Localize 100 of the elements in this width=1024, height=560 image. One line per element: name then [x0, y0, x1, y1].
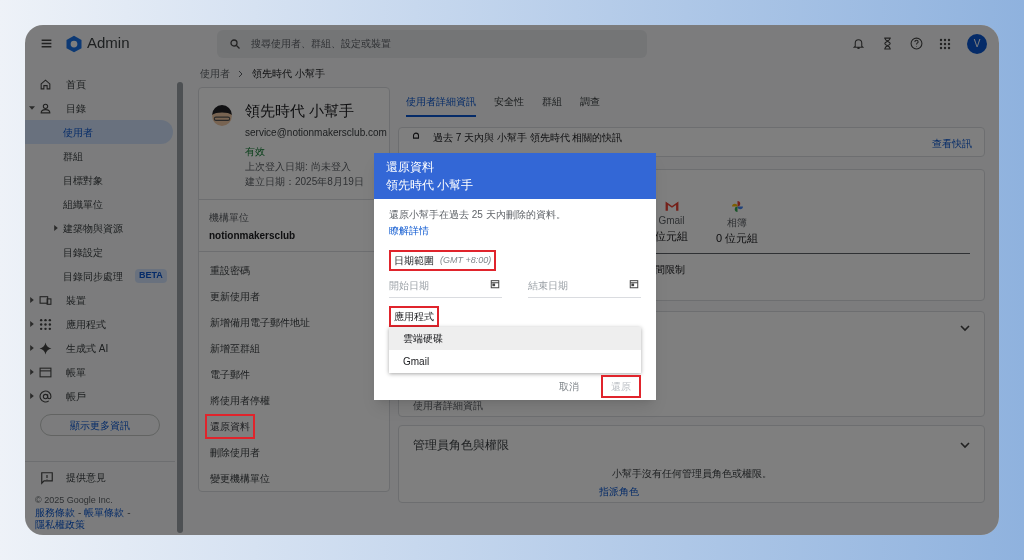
assign-role-link[interactable]: 指派角色	[599, 484, 970, 499]
tab[interactable]: 安全性	[494, 94, 524, 117]
roles-title: 管理員角色與權限	[413, 437, 509, 454]
sidebar-subitem-label: 群組	[63, 149, 83, 164]
sidebar-item[interactable]: 帳戶	[66, 388, 86, 404]
caret-icon[interactable]	[29, 393, 35, 399]
user-email: service@notionmakersclub.com	[245, 125, 387, 140]
scrollbar[interactable]	[177, 82, 183, 533]
sidebar-subitem[interactable]: 使用者	[25, 120, 173, 144]
dialog-description: 還原小幫手在過去 25 天內刪除的資料。	[389, 208, 567, 222]
footer-link[interactable]: 帳單條款	[84, 507, 125, 519]
apps-label: 應用程式	[389, 306, 439, 327]
sidebar-item[interactable]: 應用程式	[66, 316, 106, 332]
bell-icon[interactable]	[852, 37, 865, 50]
caret-icon[interactable]	[29, 321, 35, 327]
sidebar-subitem[interactable]: 目錄同步處理 BETA	[25, 264, 173, 288]
user-action-link[interactable]: 更新使用者	[205, 284, 265, 309]
storage-value: 位元組	[655, 229, 688, 244]
bell-icon	[411, 130, 421, 142]
created-date-text: 建立日期：2025年8月19日	[245, 174, 365, 189]
sidebar-item[interactable]: 首頁	[66, 76, 86, 92]
apps-grid-icon[interactable]	[939, 37, 951, 50]
user-action-link[interactable]: 重設密碼	[205, 258, 255, 283]
org-unit-label: 機構單位	[209, 210, 250, 225]
beta-badge: BETA	[135, 269, 167, 283]
storage-note: 間限制	[655, 262, 686, 277]
help-icon[interactable]	[910, 37, 923, 50]
user-action-link[interactable]: 刪除使用者	[205, 440, 265, 465]
dialog-subtitle: 領先時代 小幫手	[386, 177, 475, 194]
tab[interactable]: 調查	[580, 94, 600, 117]
sparkle-icon	[39, 341, 52, 355]
menu-option[interactable]: Gmail	[389, 350, 641, 373]
caret-icon[interactable]	[29, 369, 35, 375]
tab[interactable]: 群組	[542, 94, 562, 117]
feedback-link[interactable]: 提供意見	[66, 470, 106, 485]
date-field[interactable]: 開始日期	[389, 274, 502, 298]
calendar-icon[interactable]	[629, 279, 639, 289]
date-field[interactable]: 結束日期	[528, 274, 641, 298]
view-alerts-link[interactable]: 查看快訊	[932, 136, 972, 151]
chevron-right-icon	[238, 69, 244, 78]
footer-link[interactable]: 隱私權政策	[35, 519, 85, 531]
storage-app-label: Gmail	[658, 214, 685, 228]
sidebar-item[interactable]: 生成式 AI	[66, 340, 109, 356]
apps-icon	[39, 317, 52, 331]
alert-text: 過去 7 天內與 小幫手 領先時代 相關的快訊	[433, 131, 623, 145]
chevron-down-icon[interactable]	[960, 441, 970, 449]
sidebar-subitem-label: 使用者	[63, 125, 93, 140]
dialog-title: 還原資料	[386, 159, 435, 176]
logo-icon	[65, 34, 83, 53]
hourglass-icon[interactable]	[881, 37, 894, 50]
search-icon	[229, 37, 241, 50]
details-text: 使用者詳細資訊	[413, 399, 484, 413]
footer-link[interactable]: 服務條款	[35, 507, 75, 519]
user-action-link[interactable]: 變更機構單位	[205, 466, 275, 491]
user-name: 領先時代 小幫手	[245, 101, 356, 121]
sidebar-item[interactable]: 目錄	[66, 100, 86, 116]
timezone-text: (GMT +8:00)	[440, 253, 492, 267]
feedback-icon[interactable]	[40, 470, 54, 485]
user-action-link[interactable]: 電子郵件	[205, 362, 255, 387]
person-icon	[39, 101, 52, 115]
caret-icon[interactable]	[53, 225, 59, 231]
user-action-link[interactable]: 將使用者停權	[205, 388, 275, 413]
chevron-down-icon[interactable]	[960, 324, 970, 332]
cancel-button[interactable]: 取消	[549, 375, 589, 398]
sidebar-item[interactable]: 帳單	[66, 364, 86, 380]
sidebar-subitem[interactable]: 目標對象	[25, 168, 173, 192]
user-action-link[interactable]: 還原資料	[205, 414, 255, 439]
org-unit-name: notionmakersclub	[209, 228, 297, 243]
avatar-figure	[211, 104, 233, 128]
sidebar-subitem-label: 目錄同步處理	[63, 269, 123, 284]
menu-icon[interactable]	[40, 37, 53, 50]
sidebar-subitem-label: 目標對象	[63, 173, 103, 188]
sidebar-subitem-label: 目錄設定	[63, 245, 103, 260]
separator-text: -	[127, 507, 131, 519]
storage-app-label: 相簿	[727, 216, 748, 230]
caret-icon[interactable]	[29, 105, 35, 111]
breadcrumb-link[interactable]: 使用者	[200, 66, 230, 81]
caret-icon[interactable]	[29, 297, 35, 303]
sidebar-subitem[interactable]: 建築物與資源	[25, 216, 173, 240]
user-avatar[interactable]: V	[967, 33, 987, 54]
at-sign-icon	[39, 389, 52, 403]
storage-value: 0 位元組	[716, 231, 759, 246]
sidebar-subitem[interactable]: 組織單位	[25, 192, 173, 216]
tab[interactable]: 使用者詳細資訊	[406, 94, 476, 117]
caret-icon[interactable]	[29, 345, 35, 351]
menu-option[interactable]: 雲端硬碟	[389, 327, 641, 350]
sidebar-subitem-label: 建築物與資源	[63, 221, 123, 236]
sidebar-subitem[interactable]: 群組	[25, 144, 173, 168]
user-action-link[interactable]: 新增備用電子郵件地址	[205, 310, 315, 335]
roles-message: 小幫手沒有任何管理員角色或權限。	[611, 467, 772, 481]
calendar-icon[interactable]	[490, 279, 500, 289]
user-action-link[interactable]: 新增至群組	[205, 336, 265, 361]
sidebar-item[interactable]: 裝置	[66, 292, 86, 308]
date-range-label: 日期範圍	[394, 254, 434, 268]
sidebar-subitem[interactable]: 目錄設定	[25, 240, 173, 264]
learn-more-link[interactable]: 瞭解詳情	[389, 223, 429, 238]
mail-logo-icon	[664, 200, 679, 211]
home-icon	[39, 77, 52, 91]
pinwheel-icon	[730, 200, 744, 213]
product-name: Admin	[87, 33, 130, 54]
